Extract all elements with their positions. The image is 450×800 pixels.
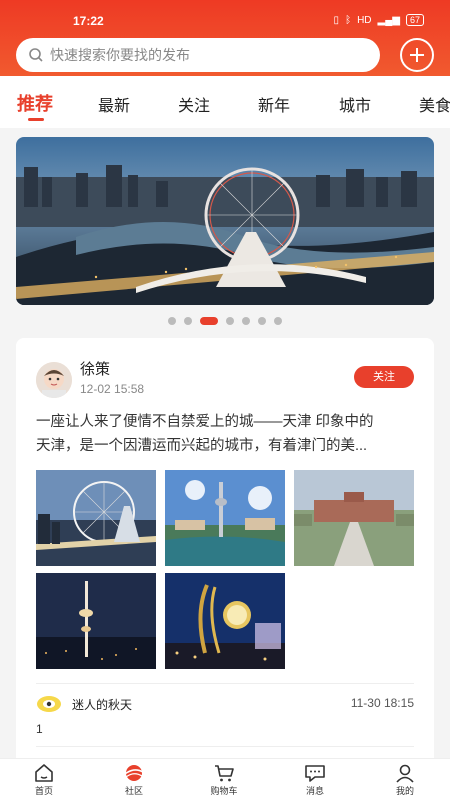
tab-food[interactable]: 美食 — [419, 92, 450, 116]
bottom-navigation: 首页 社区 购物车 消息 我的 — [0, 758, 450, 800]
search-placeholder: 快速搜索你要找的发布 — [50, 47, 190, 63]
status-bar: 17:22 ▯ ᛒ HD ▂▄▆ 67 — [0, 10, 450, 30]
comment-row[interactable]: 迷人的秋天 11-30 18:15 — [36, 690, 414, 720]
vibrate-icon: ▯ — [333, 14, 340, 26]
carousel-dot-active[interactable] — [200, 317, 218, 325]
message-icon — [305, 765, 325, 782]
nav-label: 我的 — [395, 786, 414, 796]
top-header: 17:22 ▯ ᛒ HD ▂▄▆ 67 快速搜索你要找的发布 — [0, 0, 450, 76]
nav-label: 购物车 — [210, 786, 238, 796]
carousel-dot[interactable] — [258, 317, 266, 325]
commenter-name[interactable]: 迷人的秋天 — [72, 696, 132, 713]
nav-community[interactable]: 社区 — [104, 763, 164, 797]
post-text-line: 一座让人来了便情不自禁爱上的城——天津 印象中的 — [36, 414, 374, 430]
comment-time: 11-30 18:15 — [350, 696, 414, 710]
bluetooth-icon: ᛒ — [345, 14, 352, 26]
cart-icon — [215, 765, 234, 782]
comment-text: 1 — [36, 722, 43, 736]
carousel-indicator — [0, 317, 450, 325]
post-card[interactable]: 徐策 12-02 15:58 关注 一座让人来了便情不自禁爱上的城——天津 印象… — [16, 338, 434, 768]
plus-icon — [410, 48, 424, 62]
baby-avatar-icon — [36, 362, 72, 398]
nav-label: 社区 — [124, 786, 143, 796]
search-input[interactable]: 快速搜索你要找的发布 — [16, 38, 380, 72]
nav-label: 首页 — [34, 786, 53, 796]
active-tab-indicator — [28, 118, 44, 121]
post-time: 12-02 15:58 — [80, 382, 145, 396]
nav-messages[interactable]: 消息 — [285, 763, 345, 797]
clock-sculpture-night-photo — [165, 573, 285, 669]
post-image[interactable] — [165, 470, 285, 566]
commenter-avatar-icon — [37, 696, 61, 712]
avatar[interactable] — [36, 362, 72, 398]
tab-new-year[interactable]: 新年 — [258, 92, 290, 116]
tab-recommend[interactable]: 推荐 — [17, 90, 53, 116]
ferris-wheel-bridge-photo — [36, 470, 156, 566]
divider — [36, 683, 414, 684]
nav-home[interactable]: 首页 — [14, 763, 74, 797]
category-tabs: 推荐 最新 关注 新年 城市 美食 — [0, 76, 450, 128]
post-text[interactable]: 一座让人来了便情不自禁爱上的城——天津 印象中的 天津，是一个因漕运而兴起的城市… — [36, 410, 416, 458]
campus-plaza-photo — [294, 470, 414, 566]
city-ferris-wheel-banner-image — [16, 137, 434, 305]
post-author[interactable]: 徐策 — [80, 358, 110, 379]
post-image[interactable] — [36, 470, 156, 566]
status-time: 17:22 — [73, 14, 104, 28]
hd-icon: HD — [357, 14, 372, 26]
divider — [36, 746, 414, 747]
nav-cart[interactable]: 购物车 — [194, 763, 254, 797]
publish-button[interactable] — [400, 38, 434, 72]
signal-icon: ▂▄▆ — [377, 14, 400, 26]
search-icon — [29, 48, 43, 62]
post-image[interactable] — [36, 573, 156, 669]
carousel-dot[interactable] — [168, 317, 176, 325]
post-image[interactable] — [165, 573, 285, 669]
carousel-dot[interactable] — [274, 317, 282, 325]
carousel-dot[interactable] — [242, 317, 250, 325]
nav-profile[interactable]: 我的 — [375, 763, 435, 797]
nav-label: 消息 — [305, 786, 324, 796]
tab-follow[interactable]: 关注 — [178, 92, 210, 116]
tab-city[interactable]: 城市 — [339, 92, 371, 116]
community-icon — [124, 765, 144, 781]
post-text-line: 天津，是一个因漕运而兴起的城市，有着津门的美... — [36, 438, 368, 454]
night-tower-photo — [36, 573, 156, 669]
follow-button[interactable]: 关注 — [354, 366, 414, 388]
home-icon — [35, 764, 53, 782]
carousel-dot[interactable] — [226, 317, 234, 325]
post-image[interactable] — [294, 470, 414, 566]
status-icons: ▯ ᛒ HD ▂▄▆ 67 — [334, 14, 424, 26]
carousel-dot[interactable] — [184, 317, 192, 325]
battery-icon: 67 — [405, 14, 424, 26]
tv-tower-lake-photo — [165, 470, 285, 566]
banner-carousel[interactable] — [16, 137, 434, 305]
tab-latest[interactable]: 最新 — [98, 92, 130, 116]
profile-icon — [396, 764, 414, 783]
